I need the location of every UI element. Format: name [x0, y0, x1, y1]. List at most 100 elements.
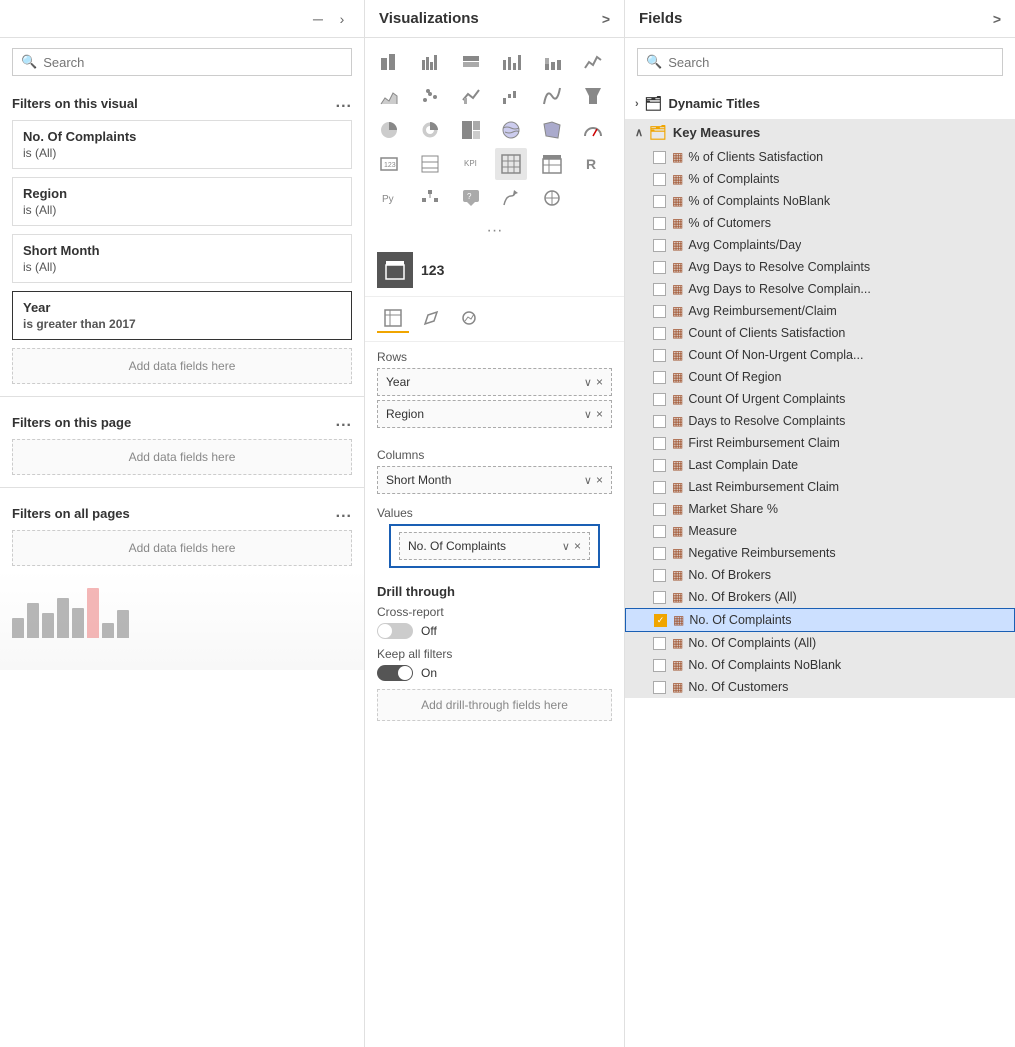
fields-search-box[interactable]: 🔍 [637, 48, 1003, 76]
field-item-avg-complaints-day[interactable]: ▦ Avg Complaints/Day [625, 234, 1015, 256]
viz-icon-gauge[interactable] [577, 114, 609, 146]
field-checkbox-days-to-resolve[interactable] [653, 415, 666, 428]
format-tab-paint[interactable] [415, 305, 447, 333]
viz-icon-key-influencers[interactable] [495, 182, 527, 214]
tree-group-dynamic-titles-header[interactable]: › 🗂 Dynamic Titles [625, 90, 1015, 117]
field-checkbox-pct-complaints[interactable] [653, 173, 666, 186]
keep-filters-toggle[interactable] [377, 665, 413, 681]
field-item-count-clients-satisfaction[interactable]: ▦ Count of Clients Satisfaction [625, 322, 1015, 344]
field-checkbox-avg-days-resolve[interactable] [653, 261, 666, 274]
field-checkbox-avg-reimbursement[interactable] [653, 305, 666, 318]
field-checkbox-last-complain-date[interactable] [653, 459, 666, 472]
field-item-pct-cutomers[interactable]: ▦ % of Cutomers [625, 212, 1015, 234]
field-item-last-complain-date[interactable]: ▦ Last Complain Date [625, 454, 1015, 476]
field-checkbox-no-of-complaints[interactable] [654, 614, 667, 627]
viz-icon-card[interactable]: 123 [373, 148, 405, 180]
viz-icon-custom[interactable] [536, 182, 568, 214]
field-checkbox-negative-reimbursements[interactable] [653, 547, 666, 560]
field-checkbox-avg-complaints-day[interactable] [653, 239, 666, 252]
viz-icon-area[interactable] [373, 80, 405, 112]
field-checkbox-no-of-complaints-noblank[interactable] [653, 659, 666, 672]
viz-icon-map[interactable] [495, 114, 527, 146]
viz-icon-100-stacked-bar[interactable] [455, 46, 487, 78]
add-data-fields-page-button[interactable]: Add data fields here [12, 439, 352, 475]
rows-field-region-expand[interactable]: ∨ [584, 408, 592, 421]
viz-icon-filled-map[interactable] [536, 114, 568, 146]
rows-field-year-expand[interactable]: ∨ [584, 376, 592, 389]
field-checkbox-count-non-urgent[interactable] [653, 349, 666, 362]
field-item-pct-complaints[interactable]: ▦ % of Complaints [625, 168, 1015, 190]
field-item-negative-reimbursements[interactable]: ▦ Negative Reimbursements [625, 542, 1015, 564]
viz-icon-funnel[interactable] [577, 80, 609, 112]
viz-icon-treemap[interactable] [455, 114, 487, 146]
viz-icon-stacked-bar[interactable] [373, 46, 405, 78]
field-checkbox-pct-complaints-noblank[interactable] [653, 195, 666, 208]
filters-visual-menu-button[interactable]: ... [336, 94, 352, 112]
field-checkbox-pct-clients[interactable] [653, 151, 666, 164]
viz-panel-collapse-button[interactable]: > [602, 11, 610, 27]
add-data-fields-visual-button[interactable]: Add data fields here [12, 348, 352, 384]
rows-field-region-remove[interactable]: × [596, 407, 603, 421]
columns-field-short-month[interactable]: Short Month ∨ × [377, 466, 612, 494]
field-checkbox-market-share[interactable] [653, 503, 666, 516]
field-item-avg-days-resolve-2[interactable]: ▦ Avg Days to Resolve Complain... [625, 278, 1015, 300]
viz-icon-python[interactable]: Py [373, 182, 405, 214]
viz-icon-pie[interactable] [373, 114, 405, 146]
viz-icon-clustered-bar[interactable] [414, 46, 446, 78]
filter-card-year[interactable]: Year is greater than 2017 [12, 291, 352, 340]
viz-icon-kpi[interactable]: KPI [455, 148, 487, 180]
fields-panel-collapse-button[interactable]: > [993, 11, 1001, 27]
viz-icon-multi-row-card[interactable] [414, 148, 446, 180]
field-checkbox-count-region[interactable] [653, 371, 666, 384]
rows-field-year-remove[interactable]: × [596, 375, 603, 389]
filter-search-box[interactable]: 🔍 [12, 48, 352, 76]
viz-icon-ribbon[interactable] [536, 80, 568, 112]
collapse-filters-button[interactable]: ─ [306, 7, 330, 31]
field-item-pct-complaints-noblank[interactable]: ▦ % of Complaints NoBlank [625, 190, 1015, 212]
field-item-avg-days-resolve[interactable]: ▦ Avg Days to Resolve Complaints [625, 256, 1015, 278]
field-checkbox-pct-cutomers[interactable] [653, 217, 666, 230]
field-item-no-of-customers[interactable]: ▦ No. Of Customers [625, 676, 1015, 698]
field-item-days-to-resolve[interactable]: ▦ Days to Resolve Complaints [625, 410, 1015, 432]
field-item-no-of-brokers[interactable]: ▦ No. Of Brokers [625, 564, 1015, 586]
field-checkbox-count-urgent[interactable] [653, 393, 666, 406]
filter-search-input[interactable] [43, 55, 343, 70]
add-drill-through-fields-button[interactable]: Add drill-through fields here [377, 689, 612, 721]
viz-icon-matrix[interactable] [536, 148, 568, 180]
filter-card-region[interactable]: Region is (All) [12, 177, 352, 226]
field-checkbox-no-of-brokers[interactable] [653, 569, 666, 582]
tree-group-key-measures-header[interactable]: ∧ 🗂 Key Measures [625, 119, 1015, 146]
field-item-no-of-complaints[interactable]: ▦ No. Of Complaints [625, 608, 1015, 632]
field-item-count-non-urgent[interactable]: ▦ Count Of Non-Urgent Compla... [625, 344, 1015, 366]
viz-more-button[interactable]: ··· [365, 218, 624, 244]
add-data-fields-all-pages-button[interactable]: Add data fields here [12, 530, 352, 566]
viz-icon-line[interactable] [577, 46, 609, 78]
field-item-avg-reimbursement[interactable]: ▦ Avg Reimbursement/Claim [625, 300, 1015, 322]
values-field-remove[interactable]: × [574, 539, 581, 553]
values-field-expand[interactable]: ∨ [562, 540, 570, 553]
viz-icon-qa[interactable]: ? [455, 182, 487, 214]
rows-field-year[interactable]: Year ∨ × [377, 368, 612, 396]
columns-field-remove[interactable]: × [596, 473, 603, 487]
viz-icon-column[interactable] [495, 46, 527, 78]
field-checkbox-first-reimbursement[interactable] [653, 437, 666, 450]
field-item-count-region[interactable]: ▦ Count Of Region [625, 366, 1015, 388]
field-checkbox-avg-days-resolve-2[interactable] [653, 283, 666, 296]
filter-card-no-of-complaints[interactable]: No. Of Complaints is (All) [12, 120, 352, 169]
filter-card-short-month[interactable]: Short Month is (All) [12, 234, 352, 283]
fields-search-input[interactable] [668, 55, 994, 70]
cross-report-toggle[interactable] [377, 623, 413, 639]
field-checkbox-measure[interactable] [653, 525, 666, 538]
field-item-no-of-complaints-noblank[interactable]: ▦ No. Of Complaints NoBlank [625, 654, 1015, 676]
field-item-market-share[interactable]: ▦ Market Share % [625, 498, 1015, 520]
viz-icon-decomp-tree[interactable] [414, 182, 446, 214]
field-item-no-of-complaints-all[interactable]: ▦ No. Of Complaints (All) [625, 632, 1015, 654]
field-checkbox-no-of-brokers-all[interactable] [653, 591, 666, 604]
field-checkbox-count-clients[interactable] [653, 327, 666, 340]
values-field-no-of-complaints[interactable]: No. Of Complaints ∨ × [399, 532, 590, 560]
field-item-no-of-brokers-all[interactable]: ▦ No. Of Brokers (All) [625, 586, 1015, 608]
field-item-count-urgent-complaints[interactable]: ▦ Count Of Urgent Complaints [625, 388, 1015, 410]
viz-icon-table[interactable] [495, 148, 527, 180]
filters-all-pages-menu-button[interactable]: ... [336, 504, 352, 522]
filters-page-menu-button[interactable]: ... [336, 413, 352, 431]
